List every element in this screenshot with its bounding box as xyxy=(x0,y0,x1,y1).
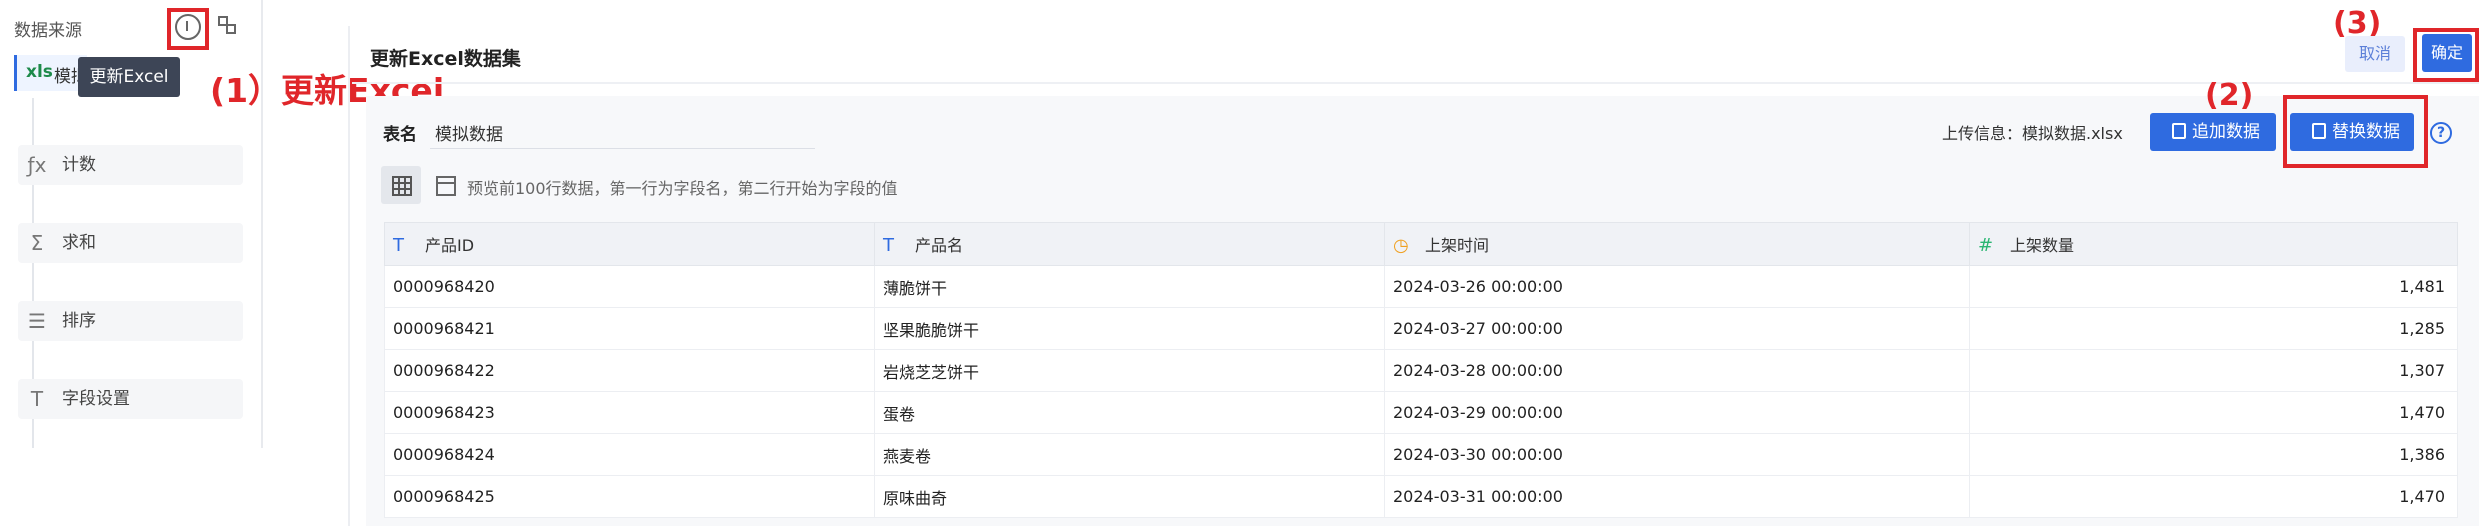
cell-quantity: 1,481 xyxy=(1969,265,2458,308)
cell-product-name: 薄脆饼干 xyxy=(874,265,1385,308)
cell-product-name: 坚果脆脆饼干 xyxy=(874,307,1385,350)
table-name-input[interactable]: 模拟数据 xyxy=(435,120,503,145)
cell-listing-time: 2024-03-31 00:00:00 xyxy=(1384,475,1970,518)
annotation-step2: (2) xyxy=(2205,78,2254,113)
column-header-listing-time[interactable]: ◷ 上架时间 xyxy=(1384,222,1970,266)
sort-icon: ☰ xyxy=(28,309,46,333)
column-header-product-id[interactable]: T 产品ID xyxy=(384,222,875,266)
cell-product-name: 蛋卷 xyxy=(874,391,1385,434)
cell-product-id: 0000968422 xyxy=(384,349,875,392)
sidebar-item-label: 排序 xyxy=(62,311,96,331)
table-row: 0000968425 原味曲奇 2024-03-31 00:00:00 1,47… xyxy=(384,475,2458,518)
sigma-icon: Σ xyxy=(30,231,44,255)
append-data-button[interactable]: 追加数据 xyxy=(2150,113,2276,151)
grid-view-button[interactable] xyxy=(381,166,421,204)
column-header-label: 产品名 xyxy=(915,236,964,255)
cell-listing-time: 2024-03-27 00:00:00 xyxy=(1384,307,1970,350)
table-row: 0000968424 燕麦卷 2024-03-30 00:00:00 1,386 xyxy=(384,433,2458,476)
xls-icon: xls xyxy=(26,62,53,82)
table-row: 0000968421 坚果脆脆饼干 2024-03-27 00:00:00 1,… xyxy=(384,307,2458,350)
number-type-icon: # xyxy=(1978,235,1994,256)
layout-view-icon[interactable] xyxy=(436,176,456,196)
cell-product-id: 0000968424 xyxy=(384,433,875,476)
cell-product-id: 0000968423 xyxy=(384,391,875,434)
panel-title: 更新Excel数据集 xyxy=(370,48,521,70)
cell-product-name: 岩烧芝芝饼干 xyxy=(874,349,1385,392)
highlight-box-step1 xyxy=(167,8,209,50)
cell-quantity: 1,470 xyxy=(1969,475,2458,518)
cell-quantity: 1,285 xyxy=(1969,307,2458,350)
cell-product-id: 0000968421 xyxy=(384,307,875,350)
text-type-icon: T xyxy=(393,235,404,256)
cell-quantity: 1,470 xyxy=(1969,391,2458,434)
sidebar-item-label: 计数 xyxy=(62,155,96,175)
column-header-listing-quantity[interactable]: # 上架数量 xyxy=(1969,222,2458,266)
cancel-button[interactable]: 取消 xyxy=(2345,36,2405,72)
table-name-label: 表名 xyxy=(383,125,417,145)
text-type-icon: T xyxy=(883,235,894,256)
switch-source-icon[interactable] xyxy=(218,16,238,36)
sidebar-item-count[interactable]: ƒx 计数 xyxy=(18,145,243,185)
update-excel-tooltip: 更新Excel xyxy=(78,57,180,97)
table-name-underline xyxy=(430,148,815,149)
column-header-label: 上架数量 xyxy=(2010,236,2075,255)
cell-quantity: 1,386 xyxy=(1969,433,2458,476)
table-row: 0000968422 岩烧芝芝饼干 2024-03-28 00:00:00 1,… xyxy=(384,349,2458,392)
cell-product-id: 0000968420 xyxy=(384,265,875,308)
highlight-box-step2 xyxy=(2283,95,2428,168)
cell-listing-time: 2024-03-28 00:00:00 xyxy=(1384,349,1970,392)
table-row: 0000968423 蛋卷 2024-03-29 00:00:00 1,470 xyxy=(384,391,2458,434)
divider xyxy=(352,82,2479,84)
date-type-icon: ◷ xyxy=(1393,235,1409,256)
cell-listing-time: 2024-03-30 00:00:00 xyxy=(1384,433,1970,476)
upload-info: 上传信息：模拟数据.xlsx xyxy=(1942,124,2123,143)
cell-listing-time: 2024-03-29 00:00:00 xyxy=(1384,391,1970,434)
cell-product-name: 原味曲奇 xyxy=(874,475,1385,518)
help-icon[interactable]: ? xyxy=(2430,122,2452,144)
preview-table: T 产品ID T 产品名 ◷ 上架时间 # 上架数量 0000968420 薄脆饼干 2… xyxy=(384,222,2458,518)
sidebar-item-sort[interactable]: ☰ 排序 xyxy=(18,301,243,341)
append-data-label: 追加数据 xyxy=(2192,122,2260,142)
cell-quantity: 1,307 xyxy=(1969,349,2458,392)
fx-icon: ƒx xyxy=(27,153,47,177)
sidebar-item-label: 字段设置 xyxy=(62,389,130,409)
field-settings-icon: T xyxy=(30,387,44,411)
sidebar-item-field-settings[interactable]: T 字段设置 xyxy=(18,379,243,419)
append-icon xyxy=(2172,122,2186,139)
cell-product-name: 燕麦卷 xyxy=(874,433,1385,476)
table-header-row: T 产品ID T 产品名 ◷ 上架时间 # 上架数量 xyxy=(384,222,2458,266)
column-header-label: 上架时间 xyxy=(1425,236,1490,255)
sidebar-item-sum[interactable]: Σ 求和 xyxy=(18,223,243,263)
table-row: 0000968420 薄脆饼干 2024-03-26 00:00:00 1,48… xyxy=(384,265,2458,308)
column-header-label: 产品ID xyxy=(425,236,475,255)
preview-note: 预览前100行数据，第一行为字段名，第二行开始为字段的值 xyxy=(467,179,898,198)
cell-product-id: 0000968425 xyxy=(384,475,875,518)
highlight-box-step3 xyxy=(2413,28,2479,82)
column-header-product-name[interactable]: T 产品名 xyxy=(874,222,1385,266)
sidebar-item-label: 求和 xyxy=(62,233,96,253)
sidebar-title: 数据来源 xyxy=(14,21,82,41)
cell-listing-time: 2024-03-26 00:00:00 xyxy=(1384,265,1970,308)
